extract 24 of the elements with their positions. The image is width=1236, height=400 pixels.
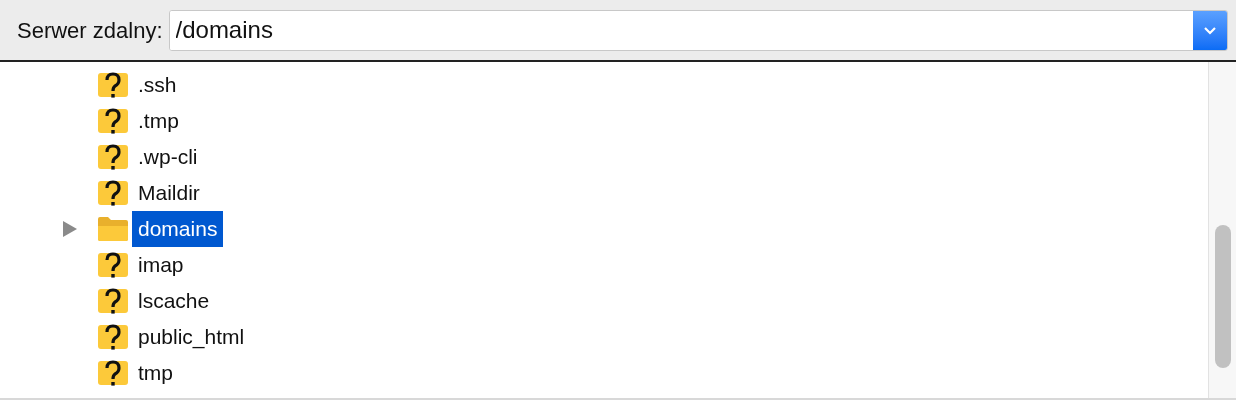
folder-icon [97,216,129,242]
tree-item[interactable]: tmp [132,355,179,391]
question-file-icon [97,358,129,388]
scrollbar-thumb[interactable] [1215,225,1231,368]
question-file-icon [97,142,129,172]
question-file-icon [97,250,129,280]
tree-item[interactable]: .ssh [132,67,183,103]
chevron-down-icon [1203,25,1217,35]
field-label: Serwer zdalny: [17,16,163,45]
question-file-icon [97,322,129,352]
tree-item[interactable]: Maildir [132,175,206,211]
tree-item[interactable]: lscache [132,283,216,319]
tree-item[interactable]: .tmp [132,103,185,139]
collapsed-triangle-icon[interactable] [62,221,77,237]
tree-item[interactable]: .wp-cli [132,139,204,175]
tree-item[interactable]: imap [132,247,190,283]
tree-item[interactable]: domains [132,211,224,247]
question-file-icon [97,70,129,100]
question-file-icon [97,178,129,208]
question-file-icon [97,286,129,316]
tree-item[interactable]: public_html [132,319,251,355]
question-file-icon [97,106,129,136]
scrollbar[interactable] [1208,62,1236,398]
dropdown-button[interactable] [1193,10,1227,50]
